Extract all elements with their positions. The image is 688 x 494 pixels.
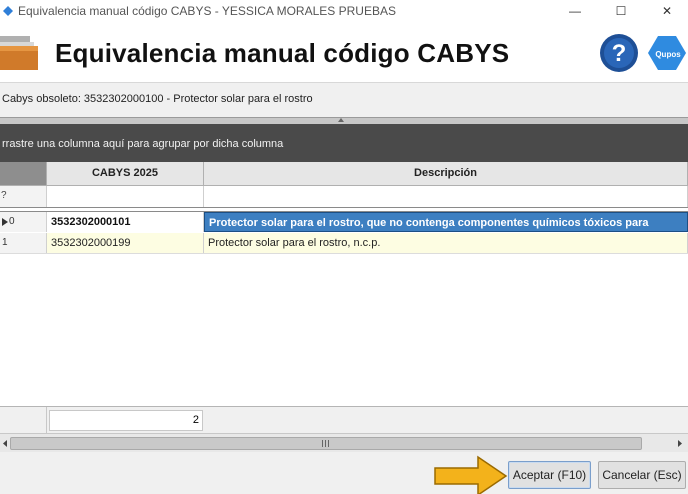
scroll-left-icon[interactable] (0, 436, 10, 451)
minimize-button[interactable]: — (552, 0, 598, 22)
help-icon[interactable]: ? (599, 33, 639, 73)
row-indicator-header (0, 162, 47, 186)
summary-indicator (0, 407, 47, 433)
group-by-panel[interactable]: rrastre una columna aquí para agrupar po… (0, 124, 688, 162)
folder-icon (0, 36, 38, 70)
descripcion-cell[interactable]: Protector solar para el rostro, que no c… (204, 212, 688, 232)
splitter-grip-icon (338, 118, 344, 122)
table-row[interactable]: 0 3532302000101 Protector solar para el … (0, 211, 688, 232)
column-header-descripcion[interactable]: Descripción (204, 162, 688, 186)
scroll-thumb[interactable] (10, 437, 642, 450)
svg-text:?: ? (612, 40, 627, 67)
cancel-button[interactable]: Cancelar (Esc) (598, 461, 686, 489)
scroll-right-icon[interactable] (674, 436, 686, 451)
grid-summary-row: 2 (0, 406, 688, 433)
row-count: 2 (49, 410, 203, 431)
accept-button[interactable]: Aceptar (F10) (508, 461, 591, 489)
row-index: 1 (2, 237, 8, 248)
maximize-button[interactable]: ☐ (598, 0, 644, 22)
horizontal-scrollbar[interactable] (0, 433, 688, 452)
cabys-cell[interactable]: 3532302000199 (47, 233, 204, 253)
cabys-grid: CABYS 2025 Descripción ? 0 3532302000101… (0, 162, 688, 406)
grip-icon (322, 440, 329, 447)
filter-cabys-input[interactable] (47, 186, 204, 207)
group-by-hint: rrastre una columna aquí para agrupar po… (2, 138, 284, 150)
row-indicator: 1 (0, 233, 47, 253)
current-row-arrow-icon (2, 218, 8, 226)
qupos-logo-icon: Qupos (648, 36, 686, 70)
header: Equivalencia manual código CABYS ? Qupos (0, 22, 688, 82)
filter-indicator: ? (0, 186, 47, 207)
table-row[interactable]: 1 3532302000199 Protector solar para el … (0, 233, 688, 254)
svg-text:Qupos: Qupos (655, 50, 681, 59)
page-title: Equivalencia manual código CABYS (55, 38, 510, 68)
row-index: 0 (9, 216, 15, 227)
descripcion-cell[interactable]: Protector solar para el rostro, n.c.p. (204, 233, 688, 253)
filter-row: ? (0, 186, 688, 208)
row-indicator: 0 (0, 212, 47, 232)
panel-splitter[interactable] (0, 117, 688, 124)
app-icon (3, 6, 13, 16)
title-bar: Equivalencia manual código CABYS - YESSI… (0, 0, 688, 22)
header-divider (0, 82, 688, 83)
cabys-cell[interactable]: 3532302000101 (47, 212, 204, 232)
obsolete-cabys-label: Cabys obsoleto: 3532302000100 - Protecto… (2, 93, 313, 105)
close-button[interactable]: ✕ (644, 0, 688, 22)
filter-descripcion-input[interactable] (204, 186, 688, 207)
window-title: Equivalencia manual código CABYS - YESSI… (18, 4, 396, 18)
arrow-annotation-icon (434, 455, 508, 494)
column-header-cabys[interactable]: CABYS 2025 (47, 162, 204, 186)
